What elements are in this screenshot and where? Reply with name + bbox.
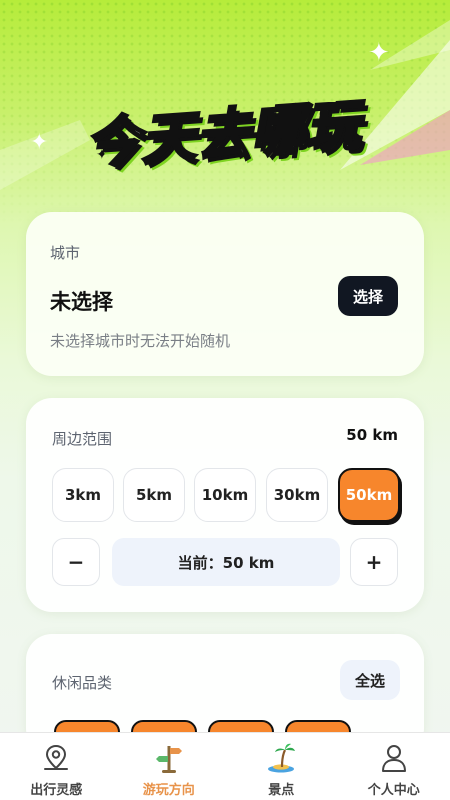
range-option-5km[interactable]: 5km bbox=[123, 468, 185, 522]
person-icon bbox=[377, 741, 411, 775]
current-range-display: 当前：50 km bbox=[112, 538, 340, 586]
tab-label: 景点 bbox=[268, 783, 295, 798]
increase-range-button[interactable]: + bbox=[350, 538, 398, 586]
hero-title-text: 今天去哪玩 bbox=[82, 91, 364, 176]
tab-label: 出行灵感 bbox=[30, 783, 83, 798]
range-current-value: 50 km bbox=[346, 426, 398, 444]
city-hint: 未选择城市时无法开始随机 bbox=[50, 332, 231, 350]
sparkle-icon: ✦ bbox=[368, 38, 390, 68]
range-option-10km[interactable]: 10km bbox=[194, 468, 256, 522]
category-label: 休闲品类 bbox=[52, 674, 113, 692]
signpost-icon bbox=[152, 741, 186, 775]
select-city-button[interactable]: 选择 bbox=[338, 276, 398, 316]
palm-island-icon bbox=[264, 741, 298, 775]
tab-label: 个人中心 bbox=[367, 783, 420, 798]
location-pin-icon bbox=[39, 741, 73, 775]
tab-attractions[interactable]: 景点 bbox=[225, 733, 338, 800]
city-card: 城市 未选择 选择 未选择城市时无法开始随机 bbox=[26, 212, 424, 376]
decrease-range-button[interactable]: − bbox=[52, 538, 100, 586]
tab-direction[interactable]: 游玩方向 bbox=[113, 733, 226, 800]
city-value: 未选择 bbox=[50, 290, 113, 314]
tab-profile[interactable]: 个人中心 bbox=[338, 733, 450, 800]
range-option-50km[interactable]: 50km bbox=[338, 468, 400, 522]
range-card: 周边范围 50 km 3km 5km 10km 30km 50km − 当前：5… bbox=[26, 398, 424, 612]
range-option-3km[interactable]: 3km bbox=[52, 468, 114, 522]
sparkle-icon: ✦ bbox=[30, 130, 49, 155]
range-label: 周边范围 bbox=[52, 430, 113, 448]
bottom-tab-bar: 出行灵感 游玩方向 景点 个人中心 bbox=[0, 732, 450, 800]
select-all-button[interactable]: 全选 bbox=[340, 660, 400, 700]
tab-inspiration[interactable]: 出行灵感 bbox=[0, 733, 113, 800]
city-label: 城市 bbox=[50, 244, 81, 262]
range-option-30km[interactable]: 30km bbox=[266, 468, 328, 522]
tab-label: 游玩方向 bbox=[142, 783, 195, 798]
